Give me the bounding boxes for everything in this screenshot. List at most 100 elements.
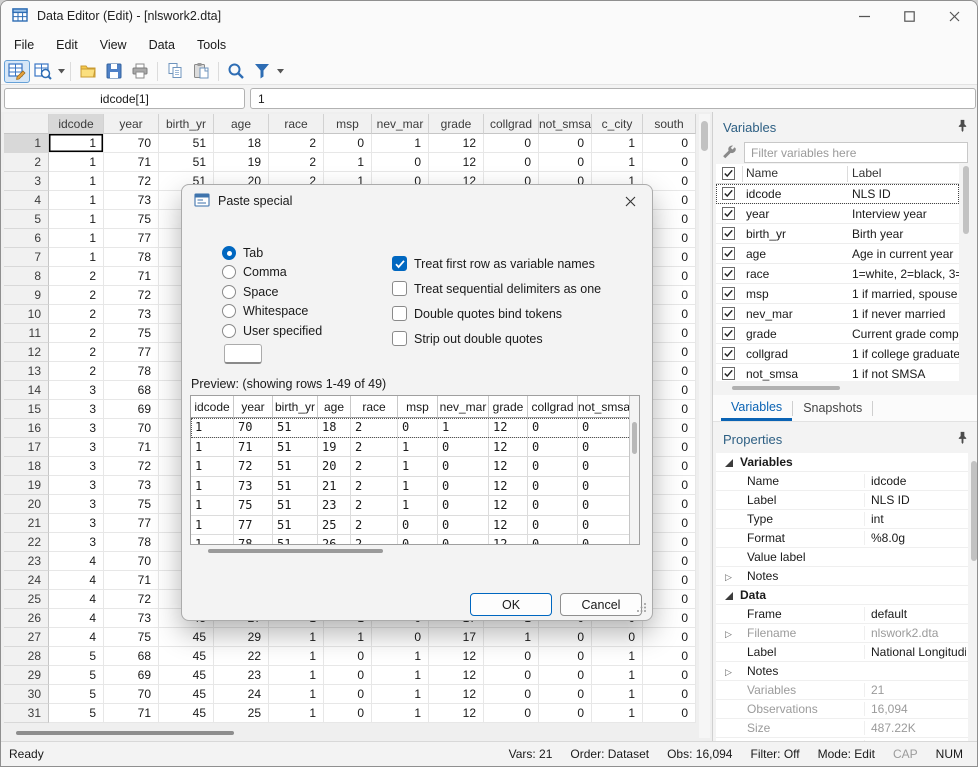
- variable-row[interactable]: birth_yrBirth year: [716, 224, 959, 244]
- menu-file[interactable]: File: [3, 34, 45, 56]
- grid-cell[interactable]: 12: [429, 647, 484, 666]
- grid-hscroll-thumb[interactable]: [16, 731, 234, 735]
- grid-cell[interactable]: 70: [104, 134, 159, 153]
- grid-cell[interactable]: 0: [643, 685, 696, 704]
- grid-column-header-nev_mar[interactable]: nev_mar: [372, 114, 429, 134]
- grid-cell[interactable]: 0: [484, 666, 539, 685]
- row-number[interactable]: 5: [4, 210, 49, 229]
- grid-cell[interactable]: 0: [539, 685, 592, 704]
- grid-cell[interactable]: 73: [104, 191, 159, 210]
- variable-row[interactable]: collgrad1 if college graduate: [716, 344, 959, 364]
- grid-column-header-not_smsa[interactable]: not_smsa: [539, 114, 592, 134]
- grid-cell[interactable]: 70: [104, 552, 159, 571]
- delimiter-radio-user-specified[interactable]: User specified: [222, 321, 322, 341]
- grid-cell[interactable]: 1: [269, 666, 324, 685]
- property-value[interactable]: %8.0g: [864, 531, 966, 545]
- grid-cell[interactable]: 5: [49, 666, 104, 685]
- grid-cell[interactable]: 71: [104, 153, 159, 172]
- variable-checkbox[interactable]: [722, 287, 735, 300]
- grid-cell[interactable]: 73: [104, 476, 159, 495]
- browse-data-icon[interactable]: [30, 60, 56, 83]
- grid-cell[interactable]: 0: [484, 685, 539, 704]
- delimiter-radio-whitespace[interactable]: Whitespace: [222, 302, 322, 322]
- property-value[interactable]: nlswork2.dta: [864, 626, 966, 640]
- variables-horizontal-scrollbar[interactable]: [716, 385, 959, 391]
- grid-cell[interactable]: 3: [49, 438, 104, 457]
- row-number[interactable]: 4: [4, 191, 49, 210]
- grid-cell[interactable]: 3: [49, 457, 104, 476]
- property-value[interactable]: NLS ID: [864, 493, 966, 507]
- delimiter-radio-tab[interactable]: Tab: [222, 243, 322, 263]
- row-number[interactable]: 12: [4, 343, 49, 362]
- grid-cell[interactable]: 2: [49, 343, 104, 362]
- grid-cell[interactable]: 0: [539, 666, 592, 685]
- variable-row[interactable]: ageAge in current year: [716, 244, 959, 264]
- grid-corner-cell[interactable]: [4, 114, 49, 134]
- row-number[interactable]: 6: [4, 229, 49, 248]
- grid-cell[interactable]: 71: [104, 438, 159, 457]
- row-number[interactable]: 19: [4, 476, 49, 495]
- grid-cell[interactable]: 1: [49, 248, 104, 267]
- grid-cell[interactable]: 0: [324, 134, 372, 153]
- find-icon[interactable]: [223, 60, 249, 83]
- grid-cell[interactable]: 0: [539, 628, 592, 647]
- property-value[interactable]: 21: [864, 683, 966, 697]
- variable-row[interactable]: nev_mar1 if never married: [716, 304, 959, 324]
- grid-column-header-grade[interactable]: grade: [429, 114, 484, 134]
- grid-cell[interactable]: 0: [484, 153, 539, 172]
- grid-cell[interactable]: 69: [104, 400, 159, 419]
- grid-cell[interactable]: 29: [214, 628, 269, 647]
- variable-checkbox[interactable]: [722, 307, 735, 320]
- cell-reference-input[interactable]: [4, 88, 245, 109]
- grid-cell[interactable]: 0: [539, 153, 592, 172]
- grid-cell[interactable]: 5: [49, 685, 104, 704]
- grid-cell[interactable]: 51: [159, 153, 214, 172]
- cancel-button[interactable]: Cancel: [560, 593, 642, 616]
- row-number[interactable]: 11: [4, 324, 49, 343]
- row-number[interactable]: 18: [4, 457, 49, 476]
- close-button[interactable]: [932, 1, 977, 31]
- filter-icon[interactable]: [249, 60, 275, 83]
- radio-button[interactable]: [222, 246, 236, 260]
- grid-cell[interactable]: 2: [49, 362, 104, 381]
- grid-cell[interactable]: 12: [429, 685, 484, 704]
- grid-cell[interactable]: 0: [643, 666, 696, 685]
- grid-cell[interactable]: 4: [49, 590, 104, 609]
- name-column-header[interactable]: Name: [746, 166, 778, 180]
- grid-cell[interactable]: 5: [49, 704, 104, 723]
- grid-cell[interactable]: 1: [372, 666, 429, 685]
- print-icon[interactable]: [127, 60, 153, 83]
- wrench-icon[interactable]: [721, 144, 738, 164]
- grid-cell[interactable]: 0: [539, 704, 592, 723]
- grid-cell[interactable]: 0: [324, 704, 372, 723]
- grid-cell[interactable]: 68: [104, 381, 159, 400]
- variable-checkbox[interactable]: [722, 247, 735, 260]
- grid-cell[interactable]: 73: [104, 609, 159, 628]
- grid-cell[interactable]: 3: [49, 419, 104, 438]
- checkbox[interactable]: [392, 331, 407, 346]
- variable-checkbox[interactable]: [722, 187, 735, 200]
- grid-cell[interactable]: 0: [484, 704, 539, 723]
- grid-cell[interactable]: 5: [49, 647, 104, 666]
- grid-cell[interactable]: 12: [429, 153, 484, 172]
- grid-cell[interactable]: 2: [49, 324, 104, 343]
- grid-cell[interactable]: 72: [104, 172, 159, 191]
- grid-vscroll-thumb[interactable]: [701, 121, 708, 151]
- preview-horizontal-scrollbar[interactable]: [190, 548, 640, 554]
- paste-option[interactable]: Double quotes bind tokens: [392, 301, 601, 326]
- variable-row[interactable]: not_smsa1 if not SMSA: [716, 364, 959, 381]
- grid-cell[interactable]: 1: [49, 229, 104, 248]
- grid-cell[interactable]: 22: [214, 647, 269, 666]
- row-number[interactable]: 24: [4, 571, 49, 590]
- ok-button[interactable]: OK: [470, 593, 552, 616]
- row-number[interactable]: 22: [4, 533, 49, 552]
- grid-cell[interactable]: 0: [643, 134, 696, 153]
- grid-cell[interactable]: 4: [49, 552, 104, 571]
- save-icon[interactable]: [101, 60, 127, 83]
- delimiter-radio-space[interactable]: Space: [222, 282, 322, 302]
- variable-row[interactable]: msp1 if married, spouse present: [716, 284, 959, 304]
- grid-cell[interactable]: 45: [159, 666, 214, 685]
- pin-icon[interactable]: [956, 119, 969, 135]
- radio-button[interactable]: [222, 285, 236, 299]
- grid-cell[interactable]: 0: [539, 134, 592, 153]
